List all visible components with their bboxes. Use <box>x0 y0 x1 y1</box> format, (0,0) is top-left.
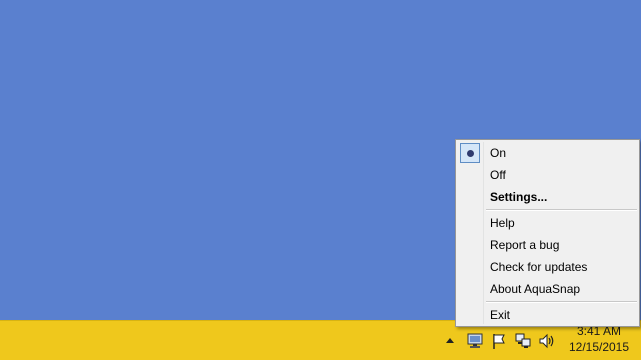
menu-item-report-bug[interactable]: Report a bug <box>458 234 637 256</box>
menu-item-label: Off <box>490 168 506 182</box>
network-icon[interactable] <box>514 332 532 350</box>
menu-item-label: Report a bug <box>490 238 560 252</box>
menu-item-label: Check for updates <box>490 260 588 274</box>
chevron-up-icon[interactable] <box>445 335 455 345</box>
menu-item-label: About AquaSnap <box>490 282 581 296</box>
clock-date: 12/15/2015 <box>568 340 630 354</box>
menu-item-settings[interactable]: Settings... <box>458 186 637 208</box>
system-clock[interactable]: 3:41 AM 12/15/2015 <box>563 323 635 355</box>
radio-dot <box>466 149 474 157</box>
menu-item-label: Exit <box>490 308 511 322</box>
speaker-icon[interactable] <box>538 332 556 350</box>
menu-separator <box>486 209 637 211</box>
menu-item-label: Help <box>490 216 515 230</box>
monitor-icon[interactable] <box>466 332 484 350</box>
menu-item-off[interactable]: Off <box>458 164 637 186</box>
flag-icon[interactable] <box>490 332 508 350</box>
menu-item-check-updates[interactable]: Check for updates <box>458 256 637 278</box>
menu-item-about[interactable]: About AquaSnap <box>458 278 637 300</box>
menu-item-exit[interactable]: Exit <box>458 304 637 326</box>
menu-item-label: On <box>490 146 507 160</box>
menu-item-help[interactable]: Help <box>458 212 637 234</box>
menu-item-on[interactable]: On <box>458 142 637 164</box>
menu-item-label: Settings... <box>490 190 548 204</box>
aquasnap-tray-menu: On Off Settings... Help Report a bug Che… <box>455 139 640 327</box>
menu-separator <box>486 301 637 303</box>
radio-checked-icon <box>460 143 480 163</box>
